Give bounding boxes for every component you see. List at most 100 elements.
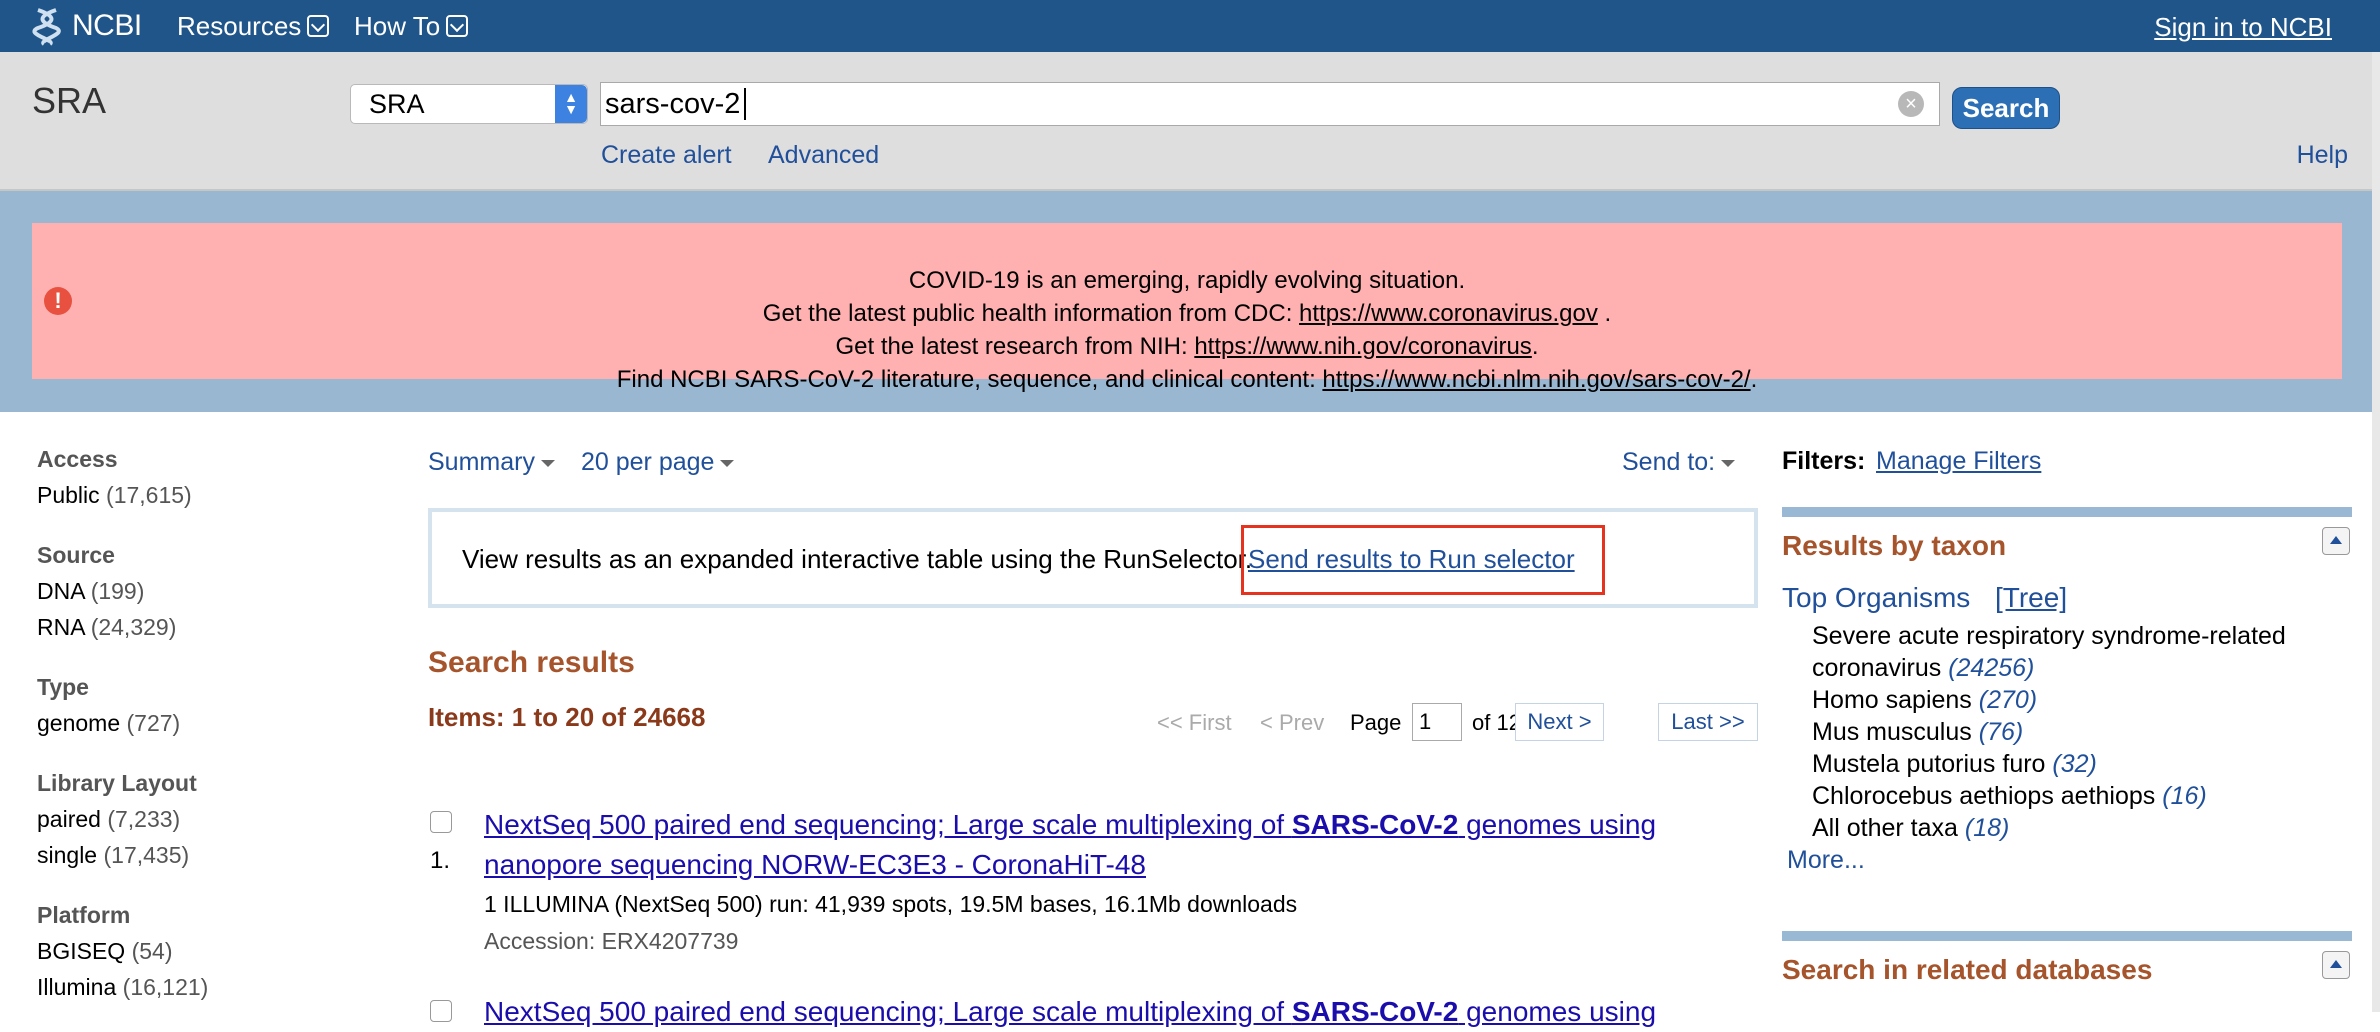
facet-item-genome[interactable]: genome (727) bbox=[37, 710, 180, 737]
facet-count: (199) bbox=[90, 578, 145, 604]
facet-count: (17,615) bbox=[106, 482, 192, 508]
caret-down-icon bbox=[540, 459, 555, 467]
more-taxa-link[interactable]: More... bbox=[1787, 846, 1865, 875]
facet-heading-access: Access bbox=[37, 446, 118, 472]
section-divider bbox=[1782, 931, 2352, 941]
result-checkbox[interactable] bbox=[430, 811, 452, 833]
facet-item-rna[interactable]: RNA (24,329) bbox=[37, 614, 176, 641]
facet-label: BGISEQ bbox=[37, 938, 126, 964]
help-link[interactable]: Help bbox=[2297, 141, 2348, 170]
per-page-menu[interactable]: 20 per page bbox=[581, 448, 735, 477]
select-arrows-icon: ▲ ▼ bbox=[555, 85, 587, 123]
page-number-input[interactable]: 1 bbox=[1412, 703, 1462, 741]
collapse-icon[interactable] bbox=[2322, 527, 2350, 555]
facet-item-dna[interactable]: DNA (199) bbox=[37, 578, 144, 605]
alert-line: COVID-19 is an emerging, rapidly evolvin… bbox=[32, 267, 2342, 295]
organism-name: Chlorocebus aethiops aethiops bbox=[1812, 782, 2156, 810]
resources-menu[interactable]: Resources bbox=[177, 0, 330, 52]
organism-item[interactable]: Homo sapiens (270) bbox=[1812, 684, 2037, 716]
search-input[interactable]: sars-cov-2 bbox=[600, 82, 1940, 126]
manage-filters-link[interactable]: Manage Filters bbox=[1876, 447, 2041, 476]
caret-down-icon bbox=[1721, 459, 1736, 467]
organism-name: Severe acute respiratory syndrome-relate… bbox=[1812, 622, 2286, 650]
organism-count: (32) bbox=[2052, 750, 2097, 778]
how-to-menu[interactable]: How To bbox=[354, 0, 469, 52]
summary-format-menu[interactable]: Summary bbox=[428, 448, 555, 477]
facet-label: single bbox=[37, 842, 98, 868]
alert-text: Get the latest public health information… bbox=[762, 300, 1300, 327]
database-select-value: SRA bbox=[369, 89, 425, 119]
results-by-taxon-heading: Results by taxon bbox=[1782, 530, 2007, 561]
database-select[interactable]: SRA ▲ ▼ bbox=[350, 84, 588, 124]
facet-item-paired[interactable]: paired (7,233) bbox=[37, 806, 180, 833]
organism-item[interactable]: Mus musculus (76) bbox=[1812, 716, 2023, 748]
taxonomy-tree-link[interactable]: [Tree] bbox=[1995, 582, 2067, 614]
cdc-link[interactable]: https://www.coronavirus.gov bbox=[1299, 300, 1598, 327]
send-to-menu[interactable]: Send to: bbox=[1622, 448, 1736, 477]
result-title-link[interactable]: NextSeq 500 paired end sequencing; Large… bbox=[484, 805, 1734, 885]
first-page-link[interactable]: << First bbox=[1157, 710, 1232, 736]
alert-text: Find NCBI SARS-CoV-2 literature, sequenc… bbox=[616, 366, 1323, 393]
result-number: 1. bbox=[430, 847, 451, 874]
ncbi-sars-cov-2-link[interactable]: https://www.ncbi.nlm.nih.gov/sars-cov-2/ bbox=[1322, 366, 1750, 393]
facet-item-public[interactable]: Public (17,615) bbox=[37, 482, 192, 509]
organism-item[interactable]: Severe acute respiratory syndrome-relate… bbox=[1812, 620, 2286, 652]
highlight-box bbox=[1241, 525, 1605, 595]
facet-item-bgiseq[interactable]: BGISEQ (54) bbox=[37, 938, 173, 965]
search-query: sars-cov-2 bbox=[605, 88, 741, 120]
sign-in-link[interactable]: Sign in to NCBI bbox=[2154, 12, 2332, 43]
logo-text: NCBI bbox=[72, 9, 142, 42]
page-label: Page bbox=[1350, 710, 1402, 735]
organism-count: (24256) bbox=[1948, 654, 2035, 682]
send-to-label: Send to: bbox=[1622, 448, 1716, 476]
create-alert-link[interactable]: Create alert bbox=[601, 141, 732, 170]
facet-count: (24,329) bbox=[90, 614, 177, 640]
last-page-button[interactable]: Last >> bbox=[1658, 703, 1758, 741]
result-checkbox[interactable] bbox=[430, 1000, 452, 1022]
search-button[interactable]: Search bbox=[1952, 87, 2060, 129]
nih-link[interactable]: https://www.nih.gov/coronavirus bbox=[1194, 333, 1532, 360]
organism-item[interactable]: Mustela putorius furo (32) bbox=[1812, 748, 2097, 780]
facet-item-illumina[interactable]: Illumina (16,121) bbox=[37, 974, 208, 1001]
search-results-heading: Search results bbox=[428, 646, 635, 679]
alert-line: Get the latest research from NIH: https:… bbox=[32, 333, 2342, 361]
organism-count: (270) bbox=[1978, 686, 2038, 714]
dna-helix-icon bbox=[32, 8, 61, 46]
related-databases-heading: Search in related databases bbox=[1782, 954, 2153, 985]
organism-count: (18) bbox=[1964, 814, 2010, 842]
alert-text: . bbox=[1597, 300, 1612, 327]
top-navigation-bar: NCBI Resources How To Sign in to NCBI bbox=[0, 0, 2380, 52]
advanced-search-link[interactable]: Advanced bbox=[768, 141, 879, 170]
clear-icon[interactable]: × bbox=[1898, 91, 1924, 117]
alert-text: COVID-19 is an emerging, rapidly evolvin… bbox=[908, 267, 1466, 294]
facet-label: DNA bbox=[37, 578, 85, 604]
organism-name: Mustela putorius furo bbox=[1812, 750, 2046, 778]
collapse-icon[interactable] bbox=[2322, 951, 2350, 979]
organism-item[interactable]: All other taxa (18) bbox=[1812, 812, 2009, 844]
organism-name: All other taxa bbox=[1812, 814, 1958, 842]
next-page-button[interactable]: Next > bbox=[1515, 703, 1604, 741]
organism-name: Mus musculus bbox=[1812, 718, 1972, 746]
facet-item-single[interactable]: single (17,435) bbox=[37, 842, 189, 869]
organism-item[interactable]: coronavirus (24256) bbox=[1812, 652, 2034, 684]
section-divider bbox=[1782, 507, 2352, 517]
resources-menu-label: Resources bbox=[177, 10, 302, 41]
chevron-down-icon bbox=[446, 15, 469, 37]
database-title: SRA bbox=[32, 80, 107, 121]
scrollbar[interactable] bbox=[2372, 52, 2380, 1012]
alert-text: . bbox=[1750, 366, 1758, 393]
text-cursor bbox=[744, 88, 747, 120]
title-highlight: SARS-CoV-2 bbox=[1291, 809, 1459, 840]
search-band: SRA SRA ▲ ▼ sars-cov-2 × Search Create al… bbox=[0, 52, 2380, 191]
organism-item[interactable]: Chlorocebus aethiops aethiops (16) bbox=[1812, 780, 2207, 812]
alert-text: Get the latest research from NIH: bbox=[835, 333, 1195, 360]
items-count: Items: 1 to 20 of 24668 bbox=[428, 702, 706, 732]
caret-down-icon bbox=[720, 459, 735, 467]
result-title-link[interactable]: NextSeq 500 paired end sequencing; Large… bbox=[484, 992, 1734, 1032]
facet-count: (54) bbox=[131, 938, 173, 964]
facet-label: paired bbox=[37, 806, 101, 832]
facet-label: Public bbox=[37, 482, 100, 508]
prev-page-link[interactable]: < Prev bbox=[1260, 710, 1324, 736]
ncbi-logo[interactable]: NCBI bbox=[30, 6, 142, 46]
organism-count: (76) bbox=[1978, 718, 2024, 746]
